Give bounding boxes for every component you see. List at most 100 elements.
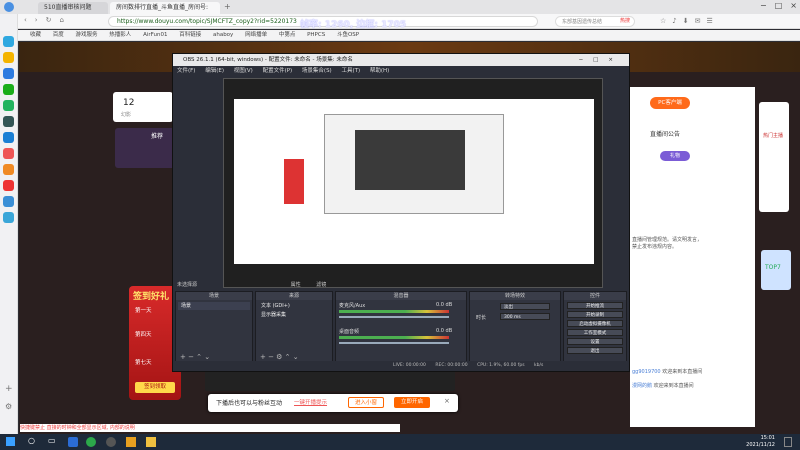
sidebar-shop-icon[interactable] <box>3 164 14 175</box>
bookmark[interactable]: AirFun01 <box>143 32 167 38</box>
mixer-slider[interactable] <box>339 316 449 318</box>
exit-button[interactable]: 退出 <box>567 347 623 354</box>
sign-button[interactable]: 签到领取 <box>135 382 175 393</box>
taskbar-obs-icon[interactable] <box>106 437 116 447</box>
menu-help[interactable]: 帮助(H) <box>370 68 389 74</box>
source-item[interactable]: 文本 (GDI+) <box>258 302 330 310</box>
clock[interactable]: 15:01 2021/11/12 <box>735 435 775 449</box>
search-icon[interactable]: ○ <box>28 436 35 445</box>
menu-edit[interactable]: 编辑(E) <box>205 68 224 74</box>
mini-window-button[interactable]: 进入小窗 <box>348 397 384 408</box>
sidebar-tool-icon[interactable] <box>3 196 14 207</box>
fps-overlay: 帧率: 1260, 边框: 1705 <box>300 20 407 30</box>
task-view-icon[interactable]: ▭ <box>48 436 56 445</box>
sidebar-app-icon[interactable] <box>3 36 14 47</box>
sidebar-video-icon[interactable] <box>3 148 14 159</box>
broadcast-tip-banner: 下播后也可以与粉丝互动 一键开播提示 进入小窗 立即开启 × <box>208 394 458 412</box>
duration-input[interactable]: 300 ms <box>500 313 550 320</box>
source-item[interactable]: 显示器采集 <box>258 311 330 319</box>
mixer-slider[interactable] <box>339 342 449 344</box>
mixer-title: 混音器 <box>336 292 466 300</box>
bookmark[interactable]: PHPCS <box>307 32 325 38</box>
studio-mode-button[interactable]: 工作室模式 <box>567 329 623 336</box>
enable-now-button[interactable]: 立即开启 <box>394 397 430 408</box>
menu-profile[interactable]: 配置文件(P) <box>263 68 293 74</box>
mixer-channel-name: 麦克风/Aux <box>339 303 366 309</box>
browser-logo-icon <box>4 2 14 12</box>
sidebar-add-icon[interactable]: + <box>5 384 13 394</box>
follow-card: 12 幻影 <box>113 92 173 122</box>
mixer-channel-name: 桌面音频 <box>339 329 360 335</box>
banner-text: 下播后也可以与粉丝互动 <box>216 400 283 407</box>
sidebar-game-icon[interactable] <box>3 68 14 79</box>
sources-dock: 来源 文本 (GDI+) 显示器采集 + − ⚙ ⌃ ⌄ <box>255 291 333 363</box>
start-icon[interactable] <box>6 437 15 446</box>
pc-client-badge[interactable]: PC客户端 <box>650 97 690 109</box>
bookmark[interactable]: 网络播单 <box>245 32 267 38</box>
live-status: LIVE: 00:00:00 <box>393 363 426 368</box>
sidebar-weibo-icon[interactable] <box>3 116 14 127</box>
scenes-title: 场景 <box>176 292 252 300</box>
toolbar-icons[interactable]: ☆♪⬇✉☰ <box>660 17 719 25</box>
taskbar-app-icon[interactable] <box>68 437 78 447</box>
bookmark[interactable]: 百度 <box>53 32 64 38</box>
mixer-channel-level: 0.0 dB <box>436 302 453 308</box>
sidebar-mail-icon[interactable] <box>3 132 14 143</box>
preview-nested-inner <box>355 130 465 190</box>
sidebar-news-icon[interactable] <box>3 180 14 191</box>
mixer-channel-level: 0.0 dB <box>436 328 453 334</box>
bookmark[interactable]: ahaboy <box>213 32 233 38</box>
properties-button[interactable]: 属性 <box>291 282 301 288</box>
mixer-meter <box>339 310 449 313</box>
settings-button[interactable]: 设置 <box>567 338 623 345</box>
browser-tab-bar: 510直播审核问题 房间数排行直播_斗鱼直播_房间号: + −□× <box>0 0 800 14</box>
streamer-card[interactable]: 推荐 <box>115 128 175 168</box>
bookmark[interactable]: 收藏 <box>30 32 41 38</box>
chat-user[interactable]: 漫网的鹅 <box>632 383 652 389</box>
sidebar-settings-icon[interactable]: ⚙ <box>5 402 12 411</box>
transition-type-select[interactable]: 淡出 <box>500 303 550 310</box>
sidebar-pay-icon[interactable] <box>3 212 14 223</box>
follow-label: 幻影 <box>121 112 132 118</box>
virtual-camera-button[interactable]: 启动虚拟摄像机 <box>567 320 623 327</box>
taskbar-files-icon[interactable] <box>146 437 156 447</box>
nav-buttons[interactable]: ‹›↻⌂ <box>24 16 72 24</box>
bookmark[interactable]: 中第点 <box>279 32 296 38</box>
banner-link[interactable]: 一键开播提示 <box>294 398 327 406</box>
bookmark[interactable]: 热播影人 <box>109 32 131 38</box>
notification-icon[interactable] <box>784 437 792 447</box>
obs-preview[interactable] <box>223 78 603 288</box>
sidebar-star-icon[interactable] <box>3 52 14 63</box>
menu-scene-collection[interactable]: 场景集合(S) <box>302 68 332 74</box>
scene-add-icon[interactable]: + − ⌃ ⌄ <box>180 353 210 361</box>
filters-button[interactable]: 滤镜 <box>316 282 326 288</box>
sidebar-chat-icon[interactable] <box>3 100 14 111</box>
banner-close-icon[interactable]: × <box>444 397 450 405</box>
kbps-status: kb/s <box>534 363 544 368</box>
sidebar-wechat-icon[interactable] <box>3 84 14 95</box>
bookmark[interactable]: 斗鱼OSP <box>337 32 359 38</box>
bookmark[interactable]: 游戏服务 <box>76 32 98 38</box>
announcement-title: 直播间公告 <box>650 131 681 138</box>
gift-label[interactable]: 礼物 <box>660 151 690 161</box>
no-source-label: 未选择源 <box>177 282 198 288</box>
chat-message: gg9019700 欢迎来到本直播间 <box>632 369 742 376</box>
chat-user[interactable]: gg9019700 <box>632 369 661 375</box>
obs-window-controls[interactable]: −□× <box>579 54 623 66</box>
start-streaming-button[interactable]: 开始推流 <box>567 302 623 309</box>
menu-file[interactable]: 文件(F) <box>177 68 195 74</box>
clock-date: 2021/11/12 <box>746 442 775 448</box>
tab-2[interactable]: 房间数排行直播_斗鱼直播_房间号: <box>110 2 220 14</box>
tab-1[interactable]: 510直播审核问题 <box>38 2 108 14</box>
taskbar-folder-icon[interactable] <box>126 437 136 447</box>
taskbar-browser-icon[interactable] <box>86 437 96 447</box>
menu-tools[interactable]: 工具(T) <box>341 68 360 74</box>
menu-view[interactable]: 视图(V) <box>234 68 253 74</box>
bookmark[interactable]: 百科链接 <box>179 32 201 38</box>
clock-time: 15:01 <box>760 435 775 441</box>
source-add-icon[interactable]: + − ⚙ ⌃ ⌄ <box>260 353 299 361</box>
scene-item[interactable]: 场景 <box>178 302 250 310</box>
window-controls[interactable]: −□× <box>760 1 800 10</box>
new-tab-icon[interactable]: + <box>224 2 231 11</box>
start-recording-button[interactable]: 开始录制 <box>567 311 623 318</box>
